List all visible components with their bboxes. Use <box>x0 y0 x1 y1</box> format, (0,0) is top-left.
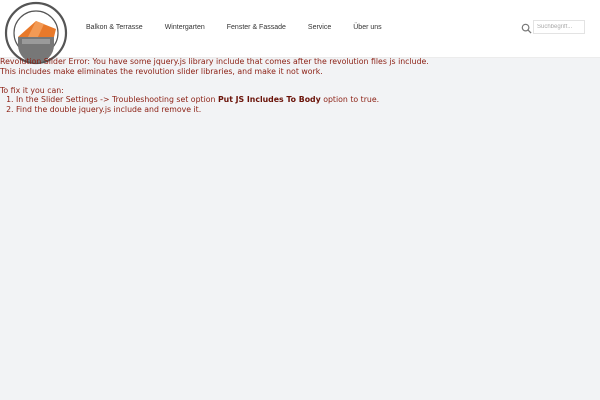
fix-heading: To fix it you can: <box>0 85 64 95</box>
error-line-1: Revolution Slider Error: You have some j… <box>0 57 429 66</box>
fix-step-2: Find the double jquery.js include and re… <box>16 105 600 115</box>
option-name: Put JS Includes To Body <box>217 95 321 104</box>
dotta-logo[interactable] <box>4 1 68 65</box>
nav-item-ueber-uns[interactable]: Über uns <box>353 24 381 31</box>
error-line-2: This includes make eliminates the revolu… <box>0 66 323 76</box>
nav-item-fenster-fassade[interactable]: Fenster & Fassade <box>227 24 286 31</box>
fix-steps-list: In the Slider Settings -> Troubleshootin… <box>0 95 600 114</box>
nav-item-balkon-terrasse[interactable]: Balkon & Terrasse <box>86 24 143 31</box>
search-icon[interactable] <box>521 23 532 34</box>
nav-item-wintergarten[interactable]: Wintergarten <box>165 24 205 31</box>
slider-error-message: Revolution Slider Error: You have some j… <box>0 57 600 114</box>
main-nav: Balkon & Terrasse Wintergarten Fenster &… <box>86 24 404 31</box>
site-header: Balkon & Terrasse Wintergarten Fenster &… <box>0 0 600 65</box>
fix-step-1: In the Slider Settings -> Troubleshootin… <box>16 95 600 105</box>
search-input[interactable] <box>533 20 585 34</box>
nav-item-service[interactable]: Service <box>308 24 331 31</box>
